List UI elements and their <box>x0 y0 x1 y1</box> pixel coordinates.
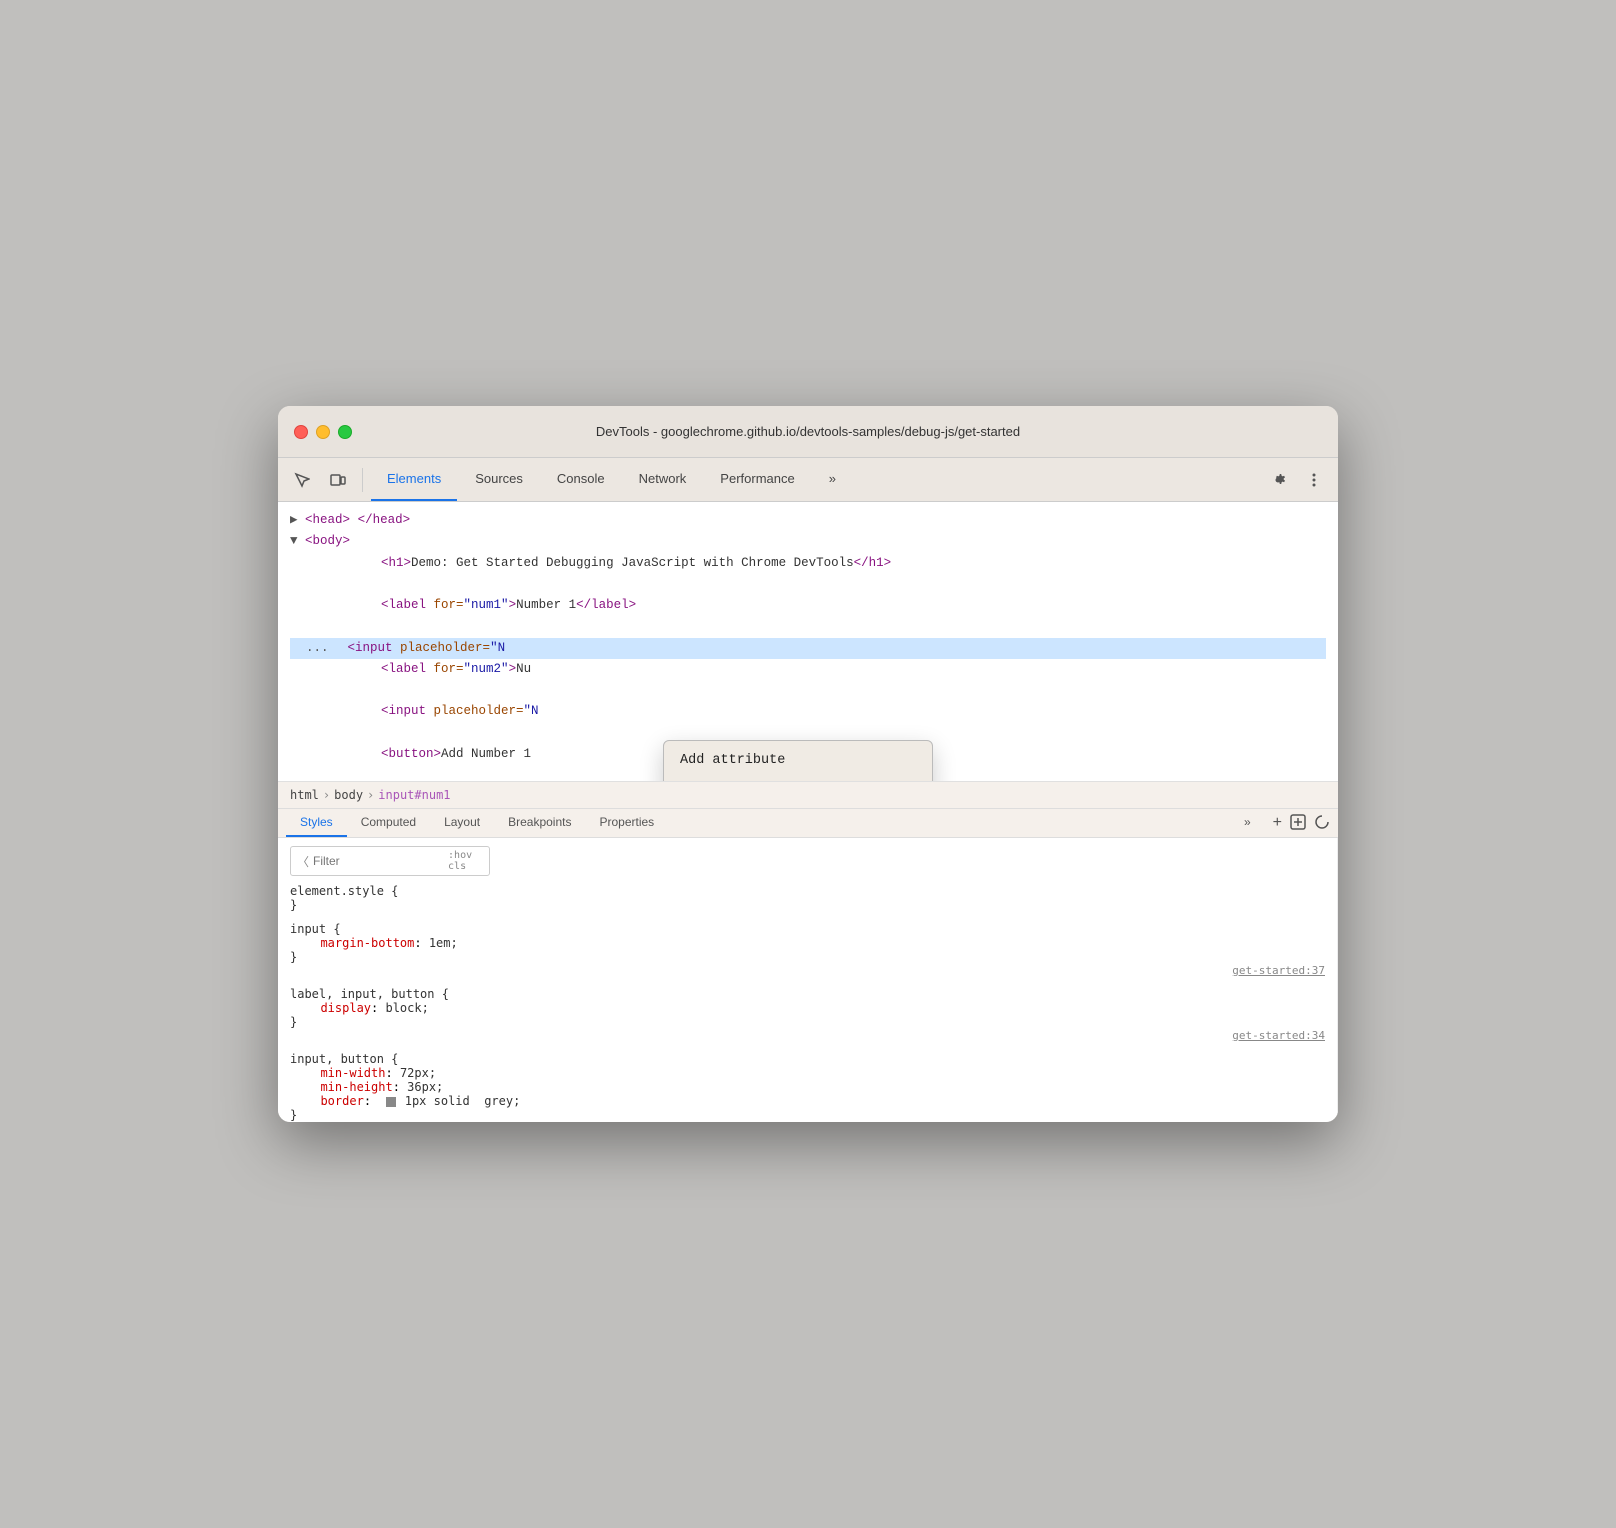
bc-html[interactable]: html <box>290 788 319 802</box>
panel-tab-list: Styles Computed Layout Breakpoints Prope… <box>278 809 1338 838</box>
breadcrumb: html › body › input#num1 <box>278 782 1338 809</box>
title-bar: DevTools - googlechrome.github.io/devtoo… <box>278 406 1338 458</box>
css-rule-element-style: element.style { } <box>290 884 1325 912</box>
tab-sources[interactable]: Sources <box>459 458 539 501</box>
tab-network[interactable]: Network <box>623 458 703 501</box>
css-rule-input: input { margin-bottom: 1em; } get-starte… <box>290 922 1325 977</box>
css-close: } <box>290 1108 1325 1122</box>
context-menu: Add attribute Edit attribute Edit as HTM… <box>663 740 933 782</box>
css-rule-input-button: input, button { min-width: 72px; min-hei… <box>290 1052 1325 1122</box>
css-selector: input { <box>290 922 1325 936</box>
css-prop-min-width: min-width: 72px; <box>290 1066 1325 1080</box>
styles-left: 〈 :hov cls element.style { } input { mar… <box>278 838 1338 1122</box>
css-source-34: get-started:34 <box>290 1029 1325 1042</box>
tab-elements[interactable]: Elements <box>371 458 457 501</box>
dom-panel[interactable]: ▶ <head> </head> ▼ <body> <h1>Demo: Get … <box>278 502 1338 782</box>
tab-layout[interactable]: Layout <box>430 809 494 837</box>
tab-console[interactable]: Console <box>541 458 621 501</box>
css-prop-display: display: block; <box>290 1001 1325 1015</box>
css-selector: label, input, button { <box>290 987 1325 1001</box>
filter-bar[interactable]: 〈 :hov cls <box>290 846 490 876</box>
css-close: } <box>290 1015 1325 1029</box>
tab-computed[interactable]: Computed <box>347 809 430 837</box>
pseudo-cls-icon[interactable]: :hov cls <box>448 850 483 872</box>
main-content: ▶ <head> </head> ▼ <body> <h1>Demo: Get … <box>278 502 1338 1122</box>
new-style-rule-icon[interactable]: + <box>1273 814 1282 832</box>
css-selector: input, button { <box>290 1052 1325 1066</box>
dom-line-highlighted: ... <input placeholder="N <box>290 638 1326 659</box>
device-toggle-icon[interactable] <box>322 464 354 496</box>
toolbar-divider <box>362 468 363 492</box>
devtools-window: DevTools - googlechrome.github.io/devtoo… <box>278 406 1338 1122</box>
css-rule-label-input-button: label, input, button { display: block; }… <box>290 987 1325 1042</box>
filter-icon: 〈 <box>297 853 309 870</box>
bc-input-num1[interactable]: input#num1 <box>378 788 450 802</box>
css-source-37: get-started:37 <box>290 964 1325 977</box>
bc-body[interactable]: body <box>334 788 363 802</box>
tab-breakpoints[interactable]: Breakpoints <box>494 809 585 837</box>
css-close: } <box>290 950 1325 964</box>
settings-icon[interactable] <box>1262 464 1294 496</box>
css-prop-margin: margin-bottom: 1em; <box>290 936 1325 950</box>
dom-line: <h1>Demo: Get Started Debugging JavaScri… <box>290 553 1326 596</box>
close-button[interactable] <box>294 425 308 439</box>
dom-line: ▼ <body> <box>290 531 1326 552</box>
tab-more[interactable]: » <box>813 458 852 501</box>
toggle-dark-mode-icon[interactable] <box>1314 814 1330 833</box>
ctx-add-attribute[interactable]: Add attribute <box>664 745 932 778</box>
inspect-icon[interactable] <box>286 464 318 496</box>
tab-panel-more[interactable]: » <box>1230 809 1265 837</box>
dom-line: ▶ <head> </head> <box>290 510 1326 531</box>
more-options-icon[interactable] <box>1298 464 1330 496</box>
maximize-button[interactable] <box>338 425 352 439</box>
tab-list: Elements Sources Console Network Perform… <box>371 458 852 501</box>
dom-line: <label for="num2">Nu <box>290 659 1326 702</box>
toolbar-right <box>1262 464 1330 496</box>
styles-area: 〈 :hov cls element.style { } input { mar… <box>278 838 1338 1122</box>
tab-properties[interactable]: Properties <box>585 809 668 837</box>
dom-line: <label for="num1">Number 1</label> <box>290 595 1326 638</box>
dom-line: <input placeholder="N <box>290 701 1326 744</box>
tab-styles[interactable]: Styles <box>286 809 347 837</box>
toggle-element-state-icon[interactable] <box>1290 814 1306 833</box>
traffic-lights <box>294 425 352 439</box>
tab-performance[interactable]: Performance <box>704 458 810 501</box>
css-selector: element.style { <box>290 884 1325 898</box>
minimize-button[interactable] <box>316 425 330 439</box>
window-title: DevTools - googlechrome.github.io/devtoo… <box>596 424 1020 439</box>
css-prop-min-height: min-height: 36px; <box>290 1080 1325 1094</box>
filter-input[interactable] <box>313 854 448 868</box>
devtools-toolbar: Elements Sources Console Network Perform… <box>278 458 1338 502</box>
css-close: } <box>290 898 1325 912</box>
bottom-panel: Styles Computed Layout Breakpoints Prope… <box>278 809 1338 1122</box>
css-prop-border: border: 1px solid grey; <box>290 1094 1325 1108</box>
